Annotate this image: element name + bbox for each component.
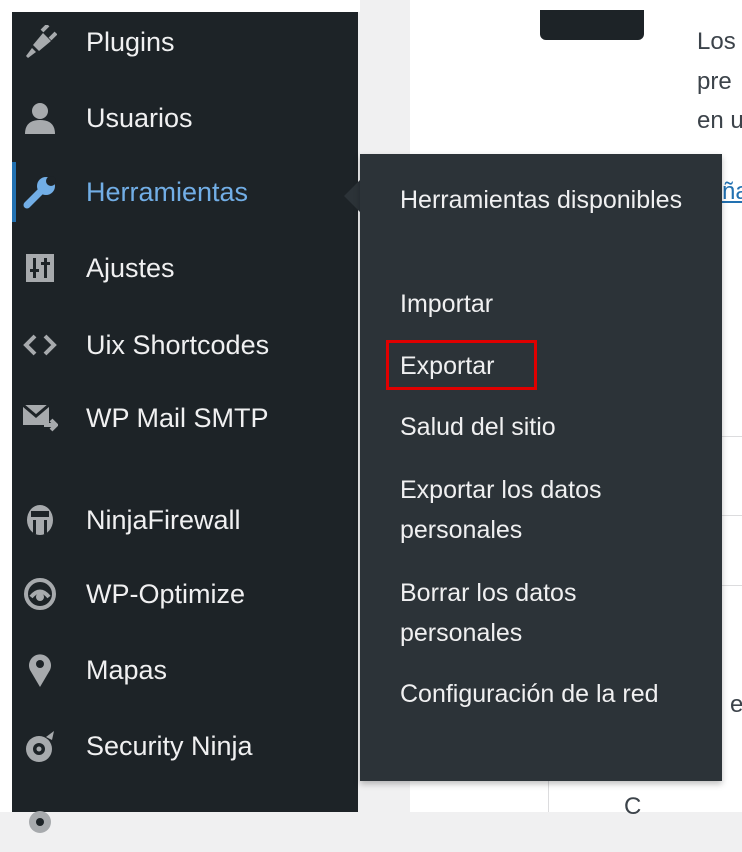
menu-item-herramientas[interactable]: Herramientas [12, 162, 358, 222]
map-pin-icon [22, 652, 58, 688]
menu-label: Uix Shortcodes [86, 329, 270, 360]
security-ninja-icon [22, 728, 58, 764]
content-link[interactable]: ña [722, 180, 742, 204]
menu-item-wp-mail-smtp[interactable]: WP Mail SMTP [12, 388, 358, 448]
menu-item-ninjafirewall[interactable]: NinjaFirewall [12, 490, 358, 550]
menu-item-usuarios[interactable]: Usuarios [12, 88, 358, 148]
menu-label: Plugins [86, 26, 175, 57]
settings-sliders-icon [22, 250, 58, 286]
submenu-item-borrar-datos-personales[interactable]: Borrar los datos personales [400, 573, 700, 653]
menu-label: WP-Optimize [86, 578, 246, 609]
submenu-item-herramientas-disponibles[interactable]: Herramientas disponibles [400, 180, 700, 220]
left-strip [0, 0, 12, 812]
menu-label: WP Mail SMTP [86, 402, 269, 433]
users-icon [22, 100, 58, 136]
menu-label: Ajustes [86, 252, 175, 283]
content-text: C [624, 793, 642, 820]
wrench-icon [22, 174, 58, 210]
menu-item-mapas[interactable]: Mapas [12, 640, 358, 700]
content-text: en u [697, 107, 742, 134]
submenu-item-importar[interactable]: Importar [400, 284, 700, 324]
submenu-item-configuracion-red[interactable]: Configuración de la red [400, 674, 700, 714]
plugins-icon [22, 24, 58, 60]
submenu-item-exportar-datos-personales[interactable]: Exportar los datos personales [400, 470, 700, 550]
content-text: Los [697, 28, 736, 55]
content-text: pre [697, 68, 732, 95]
menu-label: Herramientas [86, 176, 249, 207]
tools-submenu: Herramientas disponibles Importar Export… [360, 154, 722, 781]
menu-item-wp-optimize[interactable]: WP-Optimize [12, 564, 358, 624]
menu-label: Mapas [86, 654, 168, 685]
menu-item-uix-shortcodes[interactable]: Uix Shortcodes [12, 315, 358, 375]
admin-menu: Plugins Usuarios Herramientas Ajustes Ui… [12, 12, 358, 833]
highlight-box [386, 340, 537, 390]
menu-label: Security Ninja [86, 730, 253, 761]
menu-label: Usuarios [86, 102, 193, 133]
ninja-icon [22, 502, 58, 538]
menu-item-ajustes[interactable]: Ajustes [12, 238, 358, 298]
gear-icon [22, 804, 58, 840]
current-indicator [12, 162, 16, 222]
submenu-item-salud-del-sitio[interactable]: Salud del sitio [400, 407, 700, 447]
content-text: e [730, 691, 742, 718]
menu-label: NinjaFirewall [86, 504, 241, 535]
thumbnail [540, 10, 644, 40]
optimize-icon [22, 576, 58, 612]
menu-item-partial[interactable] [12, 792, 358, 852]
menu-item-plugins[interactable]: Plugins [12, 12, 358, 72]
mail-send-icon [22, 400, 58, 436]
menu-item-security-ninja[interactable]: Security Ninja [12, 716, 358, 776]
code-icon [22, 327, 58, 363]
submenu-arrow [344, 180, 360, 212]
